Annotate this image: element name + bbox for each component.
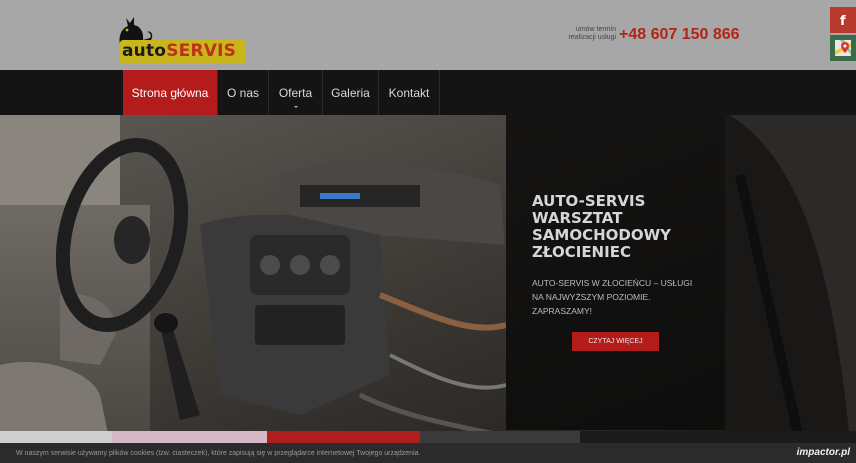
cookie-notice-text: W naszym serwisie używamy plików cookies…	[16, 450, 421, 457]
thumbnail[interactable]	[0, 431, 112, 443]
logo-text: autoSERVIS	[122, 41, 236, 61]
nav-item-label: Oferta	[278, 85, 313, 100]
hero-title-line: SAMOCHODOWY	[532, 226, 672, 244]
thumbnail[interactable]	[112, 431, 267, 443]
thumbnail[interactable]	[580, 431, 856, 443]
hero-title-line: AUTO-SERVIS	[532, 192, 646, 210]
hero-photo-car-interior	[0, 115, 856, 443]
nav-menu: Strona główna O nas Oferta Galeria Konta…	[123, 70, 440, 115]
hero-title-line: WARSZTAT	[532, 209, 623, 227]
hero-title: AUTO-SERVIS WARSZTAT SAMOCHODOWY ZŁOCIEN…	[532, 193, 712, 261]
nav-item-offer[interactable]: Oferta	[269, 70, 323, 115]
cookie-bar: W naszym serwisie używamy plików cookies…	[0, 443, 856, 463]
thumbnail[interactable]	[267, 431, 420, 443]
hero-caption-panel: AUTO-SERVIS WARSZTAT SAMOCHODOWY ZŁOCIEN…	[506, 115, 725, 430]
nav-item-about[interactable]: O nas	[218, 70, 269, 115]
header: autoSERVIS umów termin realizacji usługi…	[0, 0, 856, 70]
map-pin-icon	[835, 40, 851, 56]
nav-item-label: Strona główna	[131, 85, 209, 100]
logo-word-servis: SERVIS	[166, 41, 237, 61]
hero-slider: AUTO-SERVIS WARSZTAT SAMOCHODOWY ZŁOCIEN…	[0, 115, 856, 443]
contact-caption-line1: umów termin	[575, 26, 616, 33]
site-logo[interactable]: autoSERVIS	[112, 14, 248, 66]
logo-word-auto: auto	[122, 41, 167, 61]
google-maps-button[interactable]	[830, 35, 856, 61]
header-contact: umów termin realizacji usługi +48 607 15…	[568, 26, 748, 48]
thumbnail-strip	[0, 431, 856, 443]
nav-item-gallery[interactable]: Galeria	[323, 70, 379, 115]
facebook-icon: f	[840, 14, 846, 27]
contact-caption: umów termin realizacji usługi	[568, 26, 616, 42]
hero-description-line: NA NAJWYŻSZYM POZIOMIE.	[532, 292, 651, 302]
impactor-brand-link[interactable]: impactor.pl	[797, 447, 850, 458]
facebook-button[interactable]: f	[830, 7, 856, 33]
nav-item-home[interactable]: Strona główna	[123, 70, 218, 115]
hero-description-line: AUTO-SERVIS W ZŁOCIEŃCU – USŁUGI	[532, 278, 693, 288]
thumbnail[interactable]	[420, 431, 580, 443]
phone-number[interactable]: +48 607 150 866	[619, 26, 740, 44]
contact-caption-line2: realizacji usługi	[568, 34, 616, 41]
facebook-glyph: f	[840, 14, 846, 27]
hero-description-line: ZAPRASZAMY!	[532, 306, 592, 316]
nav-item-contact[interactable]: Kontakt	[379, 70, 440, 115]
main-navigation: Strona główna O nas Oferta Galeria Konta…	[0, 70, 856, 115]
nav-item-label: Kontakt	[388, 85, 430, 100]
submenu-caret-icon	[293, 106, 298, 108]
hero-title-line: ZŁOCIENIEC	[532, 243, 631, 261]
hero-description: AUTO-SERVIS W ZŁOCIEŃCU – USŁUGI NA NAJW…	[532, 276, 707, 318]
nav-item-label: O nas	[226, 85, 259, 100]
nav-item-label: Galeria	[331, 85, 370, 100]
read-more-button[interactable]: CZYTAJ WIĘCEJ	[572, 332, 659, 351]
